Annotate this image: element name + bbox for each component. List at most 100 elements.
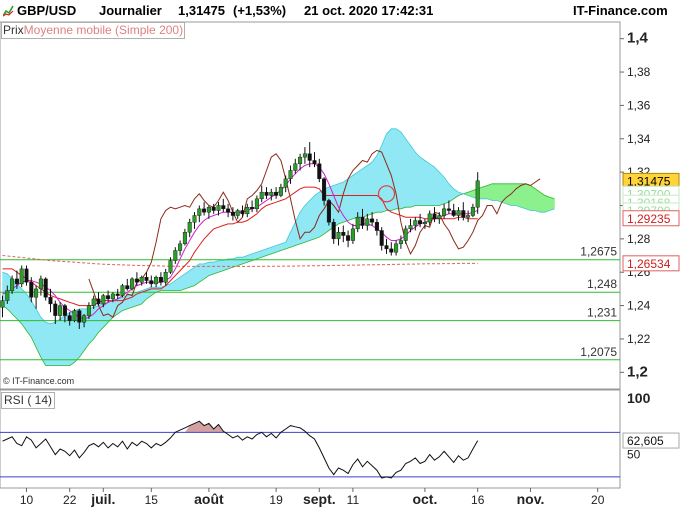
- candle-body: [154, 277, 159, 285]
- ichimoku-cloud-segment: [530, 185, 536, 211]
- ichimoku-cloud-segment: [376, 145, 382, 213]
- candle-body: [298, 156, 303, 164]
- price-legend[interactable]: PrixMoyenne mobile (Simple 200): [1, 22, 186, 39]
- candle-body: [206, 206, 211, 213]
- ichimoku-cloud-segment: [16, 283, 22, 325]
- candle-body: [259, 191, 264, 200]
- candle-body: [5, 290, 10, 301]
- price-badge-label: 1,29235: [627, 212, 671, 226]
- candle-body: [250, 206, 255, 210]
- candle-body: [370, 218, 375, 223]
- ichimoku-cloud-segment: [347, 174, 354, 221]
- candle-body: [269, 191, 274, 196]
- candle-body: [144, 277, 149, 281]
- price-axis-label: 1,38: [627, 65, 651, 79]
- candle-body: [274, 191, 279, 196]
- candle-body: [43, 278, 48, 298]
- price-axis-label: 1,4: [627, 30, 649, 47]
- legend-prix: Prix: [3, 23, 24, 37]
- candle-body: [341, 231, 346, 236]
- candle-body: [139, 277, 144, 283]
- candle-body: [461, 210, 466, 218]
- ichimoku-cloud-segment: [26, 293, 32, 339]
- candle-body: [360, 216, 365, 226]
- ichimoku-cloud-segment: [50, 321, 56, 366]
- candle-body: [158, 277, 163, 283]
- candle-body: [398, 240, 403, 245]
- candle-body: [437, 215, 442, 220]
- candle-body: [432, 213, 437, 220]
- candle-body: [418, 220, 423, 225]
- candle-body: [413, 220, 418, 226]
- price-axis-label: 1,24: [627, 299, 651, 313]
- price-chart: 1,26751,2481,2311,20751,21,221,241,261,2…: [0, 21, 680, 507]
- ichimoku-cloud-segment: [424, 159, 430, 206]
- candle-body: [422, 221, 427, 225]
- candle-body: [442, 208, 447, 216]
- support-level-label: 1,231: [587, 306, 617, 320]
- candle-body: [355, 216, 360, 230]
- candle-body: [456, 210, 461, 216]
- rsi-value-label: 62,605: [627, 434, 664, 448]
- candle-body: [96, 298, 101, 305]
- x-axis-label: 22: [63, 493, 77, 507]
- support-level-label: 1,2075: [580, 345, 617, 359]
- x-axis-label: juil.: [90, 491, 115, 507]
- ichimoku-cloud-segment: [496, 183, 502, 203]
- candle-body: [446, 208, 451, 211]
- candle-body: [379, 230, 384, 246]
- x-axis-label: oct.: [412, 491, 437, 507]
- ichimoku-cloud-segment: [511, 183, 517, 206]
- candle-body: [278, 186, 283, 196]
- candle-body: [67, 315, 72, 321]
- candle-body: [120, 285, 125, 296]
- price-axis-label: 1,34: [627, 132, 651, 146]
- candle-body: [322, 178, 327, 201]
- candle-body: [48, 297, 53, 305]
- candle-body: [38, 278, 43, 290]
- candle-body: [187, 221, 192, 233]
- ichimoku-cloud-segment: [127, 293, 133, 310]
- candle-body: [394, 243, 399, 253]
- candle-body: [19, 268, 24, 285]
- candle-body: [202, 208, 207, 213]
- ichimoku-cloud-segment: [314, 191, 320, 240]
- ichimoku-cloud-segment: [419, 156, 426, 206]
- candle-body: [101, 295, 106, 305]
- candle-body: [346, 235, 351, 241]
- candle-body: [163, 272, 168, 283]
- candle-body: [82, 315, 87, 323]
- candle-body: [72, 310, 77, 321]
- ichimoku-cloud-segment: [487, 183, 493, 201]
- candle-body: [408, 225, 413, 230]
- price-axis-label: 1,36: [627, 98, 651, 112]
- candle-body: [0, 300, 5, 308]
- candle-body: [475, 180, 480, 208]
- candle-body: [451, 210, 456, 216]
- candle-body: [336, 231, 341, 240]
- candle-body: [283, 178, 288, 188]
- candle-body: [134, 278, 139, 283]
- candle-body: [29, 282, 34, 298]
- candle-body: [365, 218, 370, 226]
- candle-body: [317, 163, 322, 180]
- candle-body: [389, 248, 394, 253]
- ichimoku-cloud-segment: [535, 188, 541, 213]
- candle-body: [221, 205, 226, 210]
- candle-body: [470, 206, 475, 216]
- candle-body: [192, 215, 197, 223]
- price-axis-label: 1,2: [627, 363, 648, 380]
- ichimoku-cloud-segment: [549, 196, 555, 211]
- candle-body: [110, 293, 115, 300]
- candle-body: [288, 170, 293, 180]
- legend-ma200: Moyenne mobile (Simple 200): [23, 23, 184, 37]
- ichimoku-cloud-segment: [434, 166, 440, 206]
- x-axis-label: 19: [269, 493, 283, 507]
- x-axis-label: nov.: [517, 491, 545, 507]
- ichimoku-cloud-segment: [304, 199, 310, 243]
- x-axis-label: 11: [347, 493, 360, 507]
- ichimoku-cloud-segment: [400, 131, 406, 210]
- support-level-label: 1,248: [587, 277, 617, 291]
- ichimoku-cloud-segment: [45, 321, 51, 366]
- rsi-legend[interactable]: RSI ( 14): [1, 392, 56, 409]
